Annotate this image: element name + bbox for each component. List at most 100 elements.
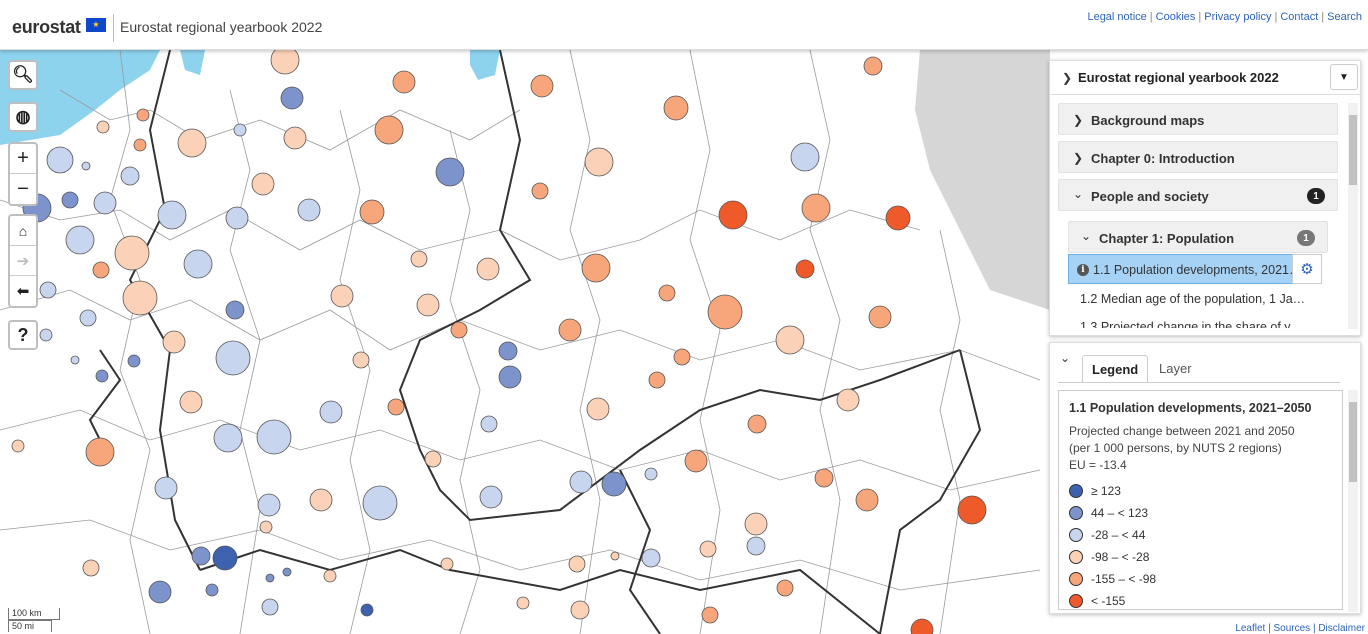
region-symbol[interactable] [179,390,203,414]
region-symbol[interactable] [282,567,292,577]
region-symbol[interactable] [225,206,249,230]
region-symbol[interactable] [476,257,500,281]
region-symbol[interactable] [136,108,150,122]
tab-layer[interactable]: Layer [1150,355,1201,383]
region-symbol[interactable] [801,193,831,223]
section-people-society[interactable]: ⌄ People and society 1 [1058,179,1338,211]
region-symbol[interactable] [424,450,442,468]
region-symbol[interactable] [82,559,100,577]
region-symbol[interactable] [162,330,186,354]
region-symbol[interactable] [323,569,337,583]
region-symbol[interactable] [568,555,586,573]
region-symbol[interactable] [718,200,748,230]
info-icon[interactable]: i [1077,264,1089,276]
map-attribution[interactable]: Leaflet | Sources | Disclaimer [1232,623,1368,634]
region-symbol[interactable] [133,138,147,152]
region-symbol[interactable] [191,546,211,566]
region-symbol[interactable] [836,388,860,412]
region-symbol[interactable] [570,600,590,620]
chapter-1-population[interactable]: ⌄ Chapter 1: Population 1 [1068,221,1328,253]
region-symbol[interactable] [530,74,554,98]
forward-button[interactable]: ➔ [10,246,36,276]
region-symbol[interactable] [265,573,275,583]
region-symbol[interactable] [212,545,238,571]
legend-scrollbar[interactable] [1348,390,1358,612]
region-symbol[interactable] [569,470,593,494]
region-symbol[interactable] [673,348,691,366]
region-symbol[interactable] [257,493,281,517]
home-button[interactable]: ⌂ [10,216,36,246]
region-symbol[interactable] [910,618,934,634]
region-symbol[interactable] [392,70,416,94]
zoom-in-button[interactable]: + [10,144,36,174]
region-symbol[interactable] [297,198,321,222]
contact-link[interactable]: Contact [1280,11,1318,23]
region-symbol[interactable] [498,365,522,389]
region-symbol[interactable] [707,294,743,330]
region-symbol[interactable] [81,161,91,171]
help-button[interactable]: ? [8,320,38,350]
layer-tree-scrollbar[interactable] [1348,103,1358,329]
region-symbol[interactable] [480,415,498,433]
region-symbol[interactable] [410,250,428,268]
privacy-policy-link[interactable]: Privacy policy [1204,11,1271,23]
region-symbol[interactable] [558,318,582,342]
back-button[interactable]: ⬅ [10,276,36,306]
scrollbar-thumb[interactable] [1349,115,1357,185]
cookies-link[interactable]: Cookies [1156,11,1196,23]
collapse-chevron-icon[interactable]: ⌄ [1060,351,1070,365]
region-symbol[interactable] [11,439,25,453]
region-symbol[interactable] [795,259,815,279]
region-symbol[interactable] [122,280,158,316]
tab-legend[interactable]: Legend [1082,355,1149,383]
region-symbol[interactable] [531,182,549,200]
region-symbol[interactable] [39,281,57,299]
region-symbol[interactable] [225,300,245,320]
region-symbol[interactable] [251,172,275,196]
region-symbol[interactable] [744,512,768,536]
region-symbol[interactable] [233,123,247,137]
region-symbol[interactable] [387,398,405,416]
dropdown-button[interactable]: ▼ [1330,64,1358,90]
region-symbol[interactable] [93,191,117,215]
region-symbol[interactable] [270,50,300,75]
region-symbol[interactable] [46,146,74,174]
region-symbol[interactable] [283,126,307,150]
region-symbol[interactable] [374,115,404,145]
region-symbol[interactable] [177,128,207,158]
region-symbol[interactable] [215,340,251,376]
region-symbol[interactable] [157,200,187,230]
region-symbol[interactable] [39,328,53,342]
region-symbol[interactable] [747,414,767,434]
region-symbol[interactable] [479,485,503,509]
region-symbol[interactable] [581,253,611,283]
region-symbol[interactable] [648,371,666,389]
search-button[interactable]: 🔍︎ [8,60,38,90]
region-symbol[interactable] [148,580,172,604]
region-symbol[interactable] [96,120,110,134]
region-symbol[interactable] [435,157,465,187]
region-symbol[interactable] [65,225,95,255]
layer-item-1-1[interactable]: i 1.1 Population developments, 2021–2050 [1068,254,1320,284]
region-symbol[interactable] [256,419,292,455]
region-symbol[interactable] [213,423,243,453]
region-symbol[interactable] [516,596,530,610]
region-symbol[interactable] [95,369,109,383]
region-symbol[interactable] [584,147,614,177]
region-symbol[interactable] [85,437,115,467]
layer-item-1-3[interactable]: 1.3 Projected change in the share of you… [1068,314,1320,328]
region-symbol[interactable] [362,485,398,521]
region-symbol[interactable] [957,495,987,525]
region-symbol[interactable] [183,249,213,279]
region-symbol[interactable] [586,397,610,421]
legal-notice-link[interactable]: Legal notice [1087,11,1146,23]
region-symbol[interactable] [352,351,370,369]
region-symbol[interactable] [259,520,273,534]
region-symbol[interactable] [610,551,620,561]
region-symbol[interactable] [663,95,689,121]
region-symbol[interactable] [61,191,79,209]
panel-header[interactable]: ❯ Eurostat regional yearbook 2022 ▼ [1050,61,1360,95]
region-symbol[interactable] [127,354,141,368]
section-chapter-0[interactable]: ❯ Chapter 0: Introduction [1058,141,1338,173]
region-symbol[interactable] [885,205,911,231]
